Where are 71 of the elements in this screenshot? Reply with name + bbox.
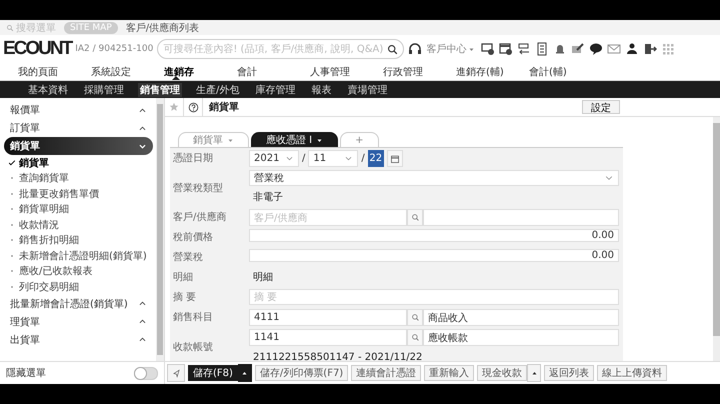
invoice-type-text: 非電子 [252, 190, 284, 205]
day-field[interactable]: 22 [368, 150, 384, 167]
sidebar-item[interactable]: 銷貨單 [4, 155, 153, 170]
sidebar-item[interactable]: 查詢銷貨單 [4, 170, 153, 186]
tab[interactable]: 銷貨單 [178, 132, 249, 147]
account-name-field[interactable]: 商品收入 [423, 309, 619, 326]
field-label: 營業稅類型 [172, 182, 224, 196]
add-tab-button[interactable]: + [340, 132, 379, 147]
amount-field[interactable]: 0.00 [249, 249, 619, 262]
main-menu-item[interactable]: 我的頁面 [18, 64, 91, 78]
sidebar-item[interactable]: 銷貨單明細 [4, 202, 153, 217]
toolbar-button[interactable]: 現金收款 [477, 365, 528, 381]
sidebar-item[interactable]: 未新增會計憑證明細(銷貨單) [4, 248, 153, 264]
sidebar-item[interactable]: 收款情況 [4, 217, 153, 232]
sidebar-item[interactable]: 批量更改銷售單價 [4, 186, 153, 202]
sidebar-group[interactable]: 批量新增會計憑證(銷貨單) [4, 294, 153, 312]
main-menu-item[interactable]: 進銷存 [164, 64, 237, 78]
sidebar-group[interactable]: 銷貨單 [4, 137, 153, 155]
sub-menu-item[interactable]: 採購管理 [82, 82, 126, 96]
amount-field[interactable]: 0.00 [249, 229, 619, 242]
toolbar-button[interactable]: 儲存/列印傳票(F7) [254, 365, 348, 381]
sub-menu-item[interactable]: 生產/外包 [194, 82, 242, 96]
sub-menu-item[interactable]: 賣場管理 [345, 82, 390, 96]
page-title: 銷貨單 [208, 100, 240, 114]
field-label: 明細 [172, 271, 194, 285]
main-menu-item[interactable]: 會計 [237, 64, 310, 78]
sidebar-item[interactable]: 銷售折扣明細 [4, 232, 153, 248]
hide-menu-label: 隱藏選單 [6, 366, 46, 380]
toolbar-button[interactable]: 線上上傳資料 [597, 365, 668, 381]
main-menu-item[interactable]: 進銷存(輔) [456, 64, 529, 78]
main-menu-item[interactable]: 人事管理 [310, 64, 383, 78]
logo[interactable]: ECOUNT [3, 38, 72, 60]
field-label: 稅前價格 [172, 230, 214, 245]
settings-button[interactable]: 設定 [582, 100, 620, 114]
field-label: 客戶/供應商 [172, 210, 228, 225]
breadcrumb-link[interactable]: 客戶/供應商列表 [126, 20, 200, 34]
field-label: 營業稅 [172, 250, 204, 265]
date-separator: / [302, 153, 306, 164]
main-menu-item[interactable]: 系統設定 [91, 64, 164, 78]
main-menu-item[interactable]: 行政管理 [383, 64, 456, 78]
sidebar-group[interactable]: 理貨單 [4, 312, 153, 330]
sub-menu-item[interactable]: 基本資料 [26, 82, 70, 96]
date-separator: / [361, 153, 365, 164]
toolbar-button[interactable]: 重新輸入 [424, 365, 474, 381]
toolbar-button[interactable]: 返回列表 [544, 365, 594, 381]
year-dropdown[interactable]: 2021 [249, 150, 299, 167]
sub-menu-item[interactable]: 庫存管理 [253, 82, 298, 96]
sub-menu-item[interactable]: 銷售管理 [138, 82, 182, 96]
account-name-field[interactable]: 應收帳款 [423, 329, 619, 346]
customer-center-menu[interactable]: 客戶中心 [426, 42, 476, 56]
detail-text: 明細 [252, 271, 274, 285]
toolbar-button[interactable]: 連續會計憑證 [351, 365, 422, 381]
field-label: 憑證日期 [172, 152, 214, 166]
field-label: 收款帳號 [172, 340, 214, 355]
toolbar-button[interactable]: 儲存(F8) [188, 365, 238, 381]
sidebar-item[interactable]: 列印交易明細 [4, 279, 153, 294]
sidebar-group[interactable]: 報價單 [4, 101, 153, 119]
field-label: 摘 要 [172, 290, 198, 305]
code-field[interactable]: 4111 [249, 309, 407, 326]
code-field[interactable]: 1141 [249, 329, 407, 346]
sidebar-group[interactable]: 出貨單 [4, 330, 153, 348]
main-menu-item[interactable]: 會計(輔) [529, 64, 602, 78]
month-dropdown[interactable]: 11 [308, 150, 358, 167]
sidebar-item[interactable]: 應收/已收款報表 [4, 264, 153, 279]
sidebar-group[interactable]: 訂貨單 [4, 119, 153, 137]
sub-menu-item[interactable]: 報表 [309, 82, 334, 96]
tax-type-dropdown[interactable]: 營業稅 [249, 170, 619, 186]
tab[interactable]: 應收憑證 I [251, 132, 338, 147]
account-id: IA2 / 904251-100 [75, 44, 154, 54]
voucher-number-text: 2111221558501147 - 2021/11/22 [252, 351, 424, 361]
field-label: 銷售科目 [172, 310, 214, 325]
